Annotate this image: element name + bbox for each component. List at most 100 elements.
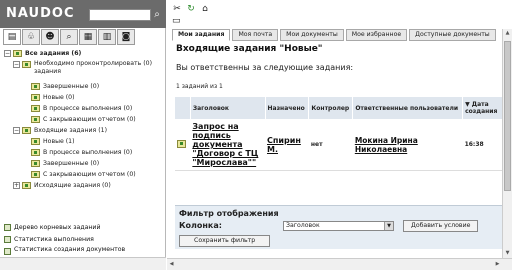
tree-structure-icon[interactable]: ▤ <box>3 29 21 45</box>
task-icon <box>177 139 186 148</box>
column-select[interactable]: Заголовок ▼ <box>283 221 394 231</box>
column-header-controller[interactable]: Контролер <box>308 97 354 119</box>
collapse-icon[interactable]: − <box>4 50 11 57</box>
tree-item-label[interactable]: С закрывающим отчетом (0) <box>43 169 136 180</box>
task-folder-icon <box>13 50 22 57</box>
report-link-label[interactable]: Статистика создания документов <box>14 246 164 253</box>
task-folder-icon <box>31 138 40 145</box>
table-header-row: Заголовок Назначено Контролер Ответствен… <box>175 97 507 119</box>
workflow-icon[interactable]: ♧ <box>22 29 40 45</box>
archive-icon[interactable]: ▦ <box>79 29 97 45</box>
column-header-date[interactable]: ▼ Дата создания <box>462 97 507 119</box>
tab-item[interactable]: Мое избранное <box>345 29 408 41</box>
save-filter-button[interactable]: Сохранить фильтр <box>179 235 271 247</box>
tab-item[interactable]: Доступные документы <box>409 29 496 41</box>
book-icon[interactable]: ▥ <box>98 29 116 45</box>
report-link-label[interactable]: Дерево корневых заданий <box>14 222 164 233</box>
report-link[interactable]: Дерево корневых заданий <box>4 222 164 234</box>
column-label: Колонка: <box>179 221 222 230</box>
search-icon[interactable]: ⌕ <box>60 29 78 45</box>
logo-bar: NAUDOC ⌕ <box>0 0 166 28</box>
controller-cell: нет <box>308 119 353 171</box>
page-subtitle: Вы ответственны за следующие задания: <box>176 63 354 72</box>
tree-item[interactable]: В процессе выполнения (0) <box>4 103 164 114</box>
task-subject-link[interactable]: Запрос на подпись документа "Договор с Т… <box>192 122 263 167</box>
tree-item-label[interactable]: Исходящие задания (0) <box>34 180 111 191</box>
vertical-scrollbar[interactable]: ▲ ▼ <box>502 29 512 258</box>
tab-item[interactable]: Мои документы <box>280 29 344 41</box>
chevron-down-icon[interactable]: ▼ <box>384 222 393 230</box>
task-folder-icon <box>31 105 40 112</box>
collapse-icon[interactable]: − <box>13 127 20 134</box>
table-row[interactable]: Запрос на подпись документа "Договор с Т… <box>175 119 507 171</box>
tab-item[interactable]: Моя почта <box>232 29 279 41</box>
horizontal-scrollbar[interactable]: ◀ ▶ <box>167 258 512 270</box>
assigned-user-link[interactable]: Спирин М. <box>267 136 307 154</box>
responsible-user-link[interactable]: Мокина Ирина Николаевна <box>355 136 418 154</box>
tree-item-label[interactable]: С закрывающим отчетом (0) <box>43 114 136 125</box>
tree-item-label[interactable]: В процессе выполнения (0) <box>43 103 132 114</box>
task-folder-icon <box>31 116 40 123</box>
tree-item-label[interactable]: Завершенные (0) <box>43 158 99 169</box>
column-header-subject[interactable]: Заголовок <box>190 97 266 119</box>
report-icon <box>4 248 11 255</box>
tree-item-label[interactable]: Все задания (6) <box>25 48 81 59</box>
tree-item[interactable]: Завершенные (0) <box>4 158 164 169</box>
task-folder-icon <box>22 127 31 134</box>
scroll-down-icon[interactable]: ▼ <box>503 249 512 258</box>
report-link-label[interactable]: Статистика выполнения <box>14 234 164 245</box>
add-condition-button[interactable]: Добавить условие <box>403 220 479 232</box>
left-toolbar: ▤ ♧ ☻ ⌕ ▦ ▥ ◙ <box>3 29 135 45</box>
home-icon[interactable]: ⌂ <box>200 3 210 15</box>
tree-item[interactable]: С закрывающим отчетом (0) <box>4 114 164 125</box>
tree-item[interactable]: В процессе выполнения (0) <box>4 147 164 158</box>
tree-item-label[interactable]: Новые (0) <box>43 92 75 103</box>
tree-item[interactable]: − Необходимо проконтролировать (0) задани… <box>4 59 164 81</box>
search-input[interactable] <box>89 9 151 21</box>
users-icon[interactable]: ☻ <box>41 29 59 45</box>
task-folder-icon <box>22 61 31 68</box>
report-icon <box>4 236 11 243</box>
tree-item[interactable]: Новые (1) <box>4 136 164 147</box>
tree-item[interactable]: − Входящие задания (1) <box>4 125 164 136</box>
filter-title: Фильтр отображения <box>179 209 279 218</box>
column-header-assigned[interactable]: Назначено <box>265 97 310 119</box>
report-link[interactable]: Статистика выполнения <box>4 234 164 246</box>
tree-item-label[interactable]: Необходимо проконтролировать (0) задания <box>34 60 154 76</box>
tree-item-label[interactable]: Завершенные (0) <box>43 81 99 92</box>
task-folder-icon <box>31 94 40 101</box>
column-header-icon <box>175 97 191 119</box>
column-header-responsible[interactable]: Ответственные пользователи <box>352 97 464 119</box>
right-panel: ✂ ↻ ⌂ ▭ Мои задания Моя почта Мои документ… <box>167 0 512 270</box>
scrollbar-thumb[interactable] <box>504 41 511 191</box>
expand-icon[interactable]: + <box>13 182 20 189</box>
tree-item-label[interactable]: Входящие задания (1) <box>34 125 107 136</box>
right-toolbar: ✂ ↻ ⌂ <box>172 3 210 15</box>
tree-item-label[interactable]: Новые (1) <box>43 136 75 147</box>
page-title: Входящие задания "Новые" <box>176 44 323 54</box>
tree-item[interactable]: С закрывающим отчетом (0) <box>4 169 164 180</box>
tree-item[interactable]: Новые (0) <box>4 92 164 103</box>
tree-item-label[interactable]: В процессе выполнения (0) <box>43 147 132 158</box>
task-folder-icon <box>22 182 31 189</box>
refresh-icon[interactable]: ↻ <box>186 3 196 15</box>
task-folder-icon <box>31 83 40 90</box>
scroll-right-icon[interactable]: ▶ <box>493 259 502 270</box>
tree-item[interactable]: Завершенные (0) <box>4 81 164 92</box>
scroll-up-icon[interactable]: ▲ <box>503 29 512 38</box>
scroll-left-icon[interactable]: ◀ <box>167 259 176 270</box>
tree-item[interactable]: − Все задания (6) <box>4 48 164 59</box>
report-icon <box>4 224 11 231</box>
search-icon[interactable]: ⌕ <box>151 8 163 22</box>
tools-icon[interactable]: ✂ <box>172 3 182 15</box>
left-horizontal-scrollbar[interactable] <box>0 257 166 270</box>
tree-item[interactable]: + Исходящие задания (0) <box>4 180 164 191</box>
pager-text: 1 заданий из 1 <box>176 83 223 90</box>
folder-icon[interactable]: ▭ <box>172 16 181 26</box>
collapse-icon[interactable]: − <box>13 61 20 68</box>
app-logo[interactable]: NAUDOC <box>6 6 74 21</box>
tab-item[interactable]: Мои задания <box>172 29 231 41</box>
left-panel: NAUDOC ⌕ ▤ ♧ ☻ ⌕ ▦ ▥ ◙ − Все задания (6) − Необхо… <box>0 0 166 270</box>
camera-icon[interactable]: ◙ <box>117 29 135 45</box>
tasks-table: Заголовок Назначено Контролер Ответствен… <box>175 97 507 171</box>
